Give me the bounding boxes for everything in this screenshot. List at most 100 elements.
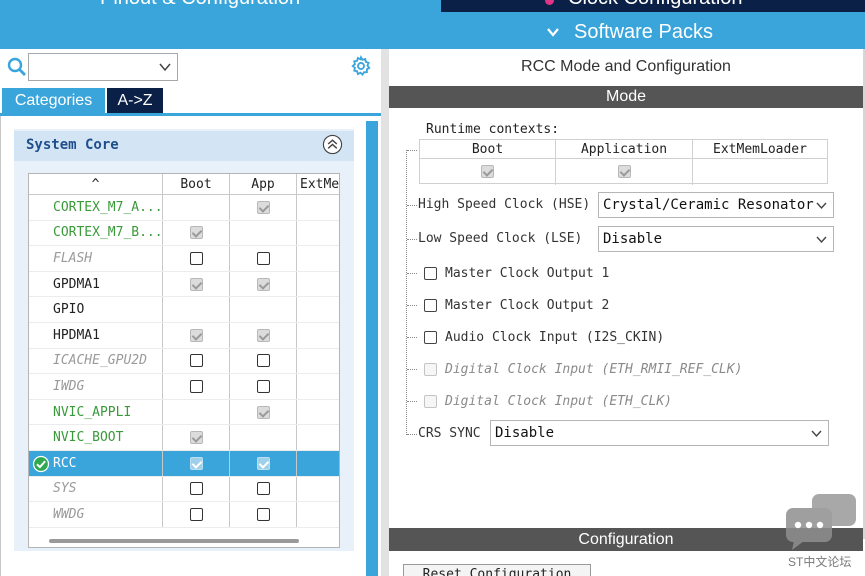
table-row[interactable]: GPIO	[29, 297, 339, 323]
ip-name-cell: NVIC_BOOT	[29, 425, 163, 450]
boot-cell	[163, 271, 230, 297]
tree-connector	[407, 401, 417, 402]
option-row[interactable]: Master Clock Output 2	[424, 298, 609, 313]
ip-name: HPDMA1	[53, 327, 100, 343]
app-checkbox[interactable]	[256, 354, 270, 368]
boot-checkbox[interactable]	[189, 507, 203, 521]
table-row[interactable]: RCC	[29, 451, 339, 477]
ip-name: NVIC_APPLI	[53, 404, 132, 420]
reset-configuration-button[interactable]: Reset Configuration	[403, 564, 591, 576]
table-row[interactable]: SYS	[29, 476, 339, 503]
ip-name-cell: WWDG	[29, 502, 163, 527]
sort-header[interactable]: ^	[29, 174, 163, 194]
tab-categories[interactable]: Categories	[2, 88, 105, 113]
extmem-cell	[297, 477, 339, 502]
option-row[interactable]: Master Clock Output 1	[424, 266, 609, 281]
table-row[interactable]: CORTEX_M7_A...	[29, 195, 339, 221]
ip-name: IWDG	[53, 378, 85, 394]
table-row[interactable]: CORTEX_M7_B...	[29, 220, 339, 247]
boot-cell	[163, 451, 230, 476]
app-cell	[230, 195, 297, 220]
tree-connector	[407, 273, 417, 274]
runtime-cell	[420, 159, 555, 183]
tab-a-to-z[interactable]: A->Z	[107, 88, 163, 113]
ip-name-cell: GPDMA1	[29, 271, 163, 297]
hse-label: High Speed Clock (HSE)	[418, 197, 591, 212]
app-checkbox[interactable]	[256, 251, 270, 265]
option-checkbox[interactable]	[424, 299, 437, 312]
ip-name-cell: NVIC_APPLI	[29, 399, 163, 425]
extmem-column-header[interactable]: ExtMe	[297, 174, 339, 194]
option-checkbox	[424, 363, 437, 376]
boot-checkbox[interactable]	[189, 251, 203, 265]
vertical-scrollbar[interactable]	[366, 121, 378, 576]
runtime-contexts-table: Boot Application ExtMemLoader	[419, 139, 828, 185]
app-cell	[230, 374, 297, 399]
option-label: Master Clock Output 1	[445, 266, 610, 281]
boot-checkbox[interactable]	[189, 354, 203, 368]
app-cell	[230, 502, 297, 527]
search-icon[interactable]	[7, 57, 27, 77]
option-label: Audio Clock Input (I2S_CKIN)	[445, 330, 665, 345]
ip-name: CORTEX_M7_B...	[53, 225, 163, 241]
option-row[interactable]: Audio Clock Input (I2S_CKIN)	[424, 330, 664, 345]
extmem-cell	[297, 297, 339, 322]
option-checkbox[interactable]	[424, 331, 437, 344]
table-row[interactable]: NVIC_BOOT	[29, 425, 339, 451]
runtime-column-header: Application	[556, 140, 692, 159]
ip-name: NVIC_BOOT	[53, 430, 124, 446]
gear-icon[interactable]	[350, 55, 372, 77]
horizontal-scrollbar[interactable]	[49, 539, 299, 543]
extmem-cell	[297, 349, 339, 374]
app-checkbox[interactable]	[256, 482, 270, 496]
top-tab-bar: Pinout & Configuration Clock Configurati…	[0, 0, 865, 49]
app-column-header[interactable]: App	[230, 174, 297, 194]
check-circle-icon	[32, 455, 50, 473]
boot-column-header[interactable]: Boot	[163, 174, 230, 194]
ip-name-cell: FLASH	[29, 246, 163, 271]
lse-label: Low Speed Clock (LSE)	[418, 231, 583, 246]
table-row[interactable]: NVIC_APPLI	[29, 399, 339, 426]
option-checkbox[interactable]	[424, 267, 437, 280]
collapse-up-icon[interactable]	[322, 134, 343, 155]
tab-clock-configuration[interactable]: Clock Configuration	[441, 0, 865, 12]
app-checkbox	[256, 328, 270, 342]
clock-status-dot-icon	[545, 0, 554, 5]
extmem-cell	[297, 323, 339, 348]
software-packs-menu[interactable]: Software Packs	[547, 20, 713, 44]
ip-name: WWDG	[53, 506, 85, 522]
boot-checkbox[interactable]	[189, 482, 203, 496]
boot-cell	[163, 425, 230, 450]
lse-select[interactable]: Disable	[598, 226, 834, 252]
mode-section-header[interactable]: Mode	[389, 86, 863, 108]
extmem-cell	[297, 272, 339, 297]
lse-value: Disable	[603, 231, 663, 247]
extmem-cell	[297, 502, 339, 527]
app-checkbox[interactable]	[256, 379, 270, 393]
table-row[interactable]: IWDG	[29, 374, 339, 400]
boot-checkbox[interactable]	[189, 379, 203, 393]
table-row[interactable]: WWDG	[29, 502, 339, 528]
app-cell	[230, 348, 297, 374]
boot-cell	[163, 297, 230, 322]
tree-connector	[407, 150, 417, 151]
boot-cell	[163, 195, 230, 220]
tab-pinout-configuration[interactable]: Pinout & Configuration	[0, 0, 439, 12]
ip-name: ICACHE_GPU2D	[53, 353, 147, 369]
boot-checkbox	[189, 456, 203, 470]
table-row[interactable]: HPDMA1	[29, 323, 339, 349]
hse-select[interactable]: Crystal/Ceramic Resonator	[598, 192, 834, 218]
table-row[interactable]: ICACHE_GPU2D	[29, 348, 339, 375]
panel-splitter[interactable]	[381, 49, 389, 576]
table-row[interactable]: FLASH	[29, 246, 339, 272]
extmem-cell	[297, 400, 339, 425]
search-input[interactable]	[28, 53, 178, 81]
app-checkbox[interactable]	[256, 507, 270, 521]
boot-cell	[163, 502, 230, 527]
system-core-header[interactable]: System Core	[14, 131, 354, 161]
boot-cell	[163, 476, 230, 502]
app-cell	[230, 399, 297, 425]
table-row[interactable]: GPDMA1	[29, 271, 339, 298]
boot-checkbox	[189, 328, 203, 342]
crs-sync-select[interactable]: Disable	[490, 420, 829, 446]
